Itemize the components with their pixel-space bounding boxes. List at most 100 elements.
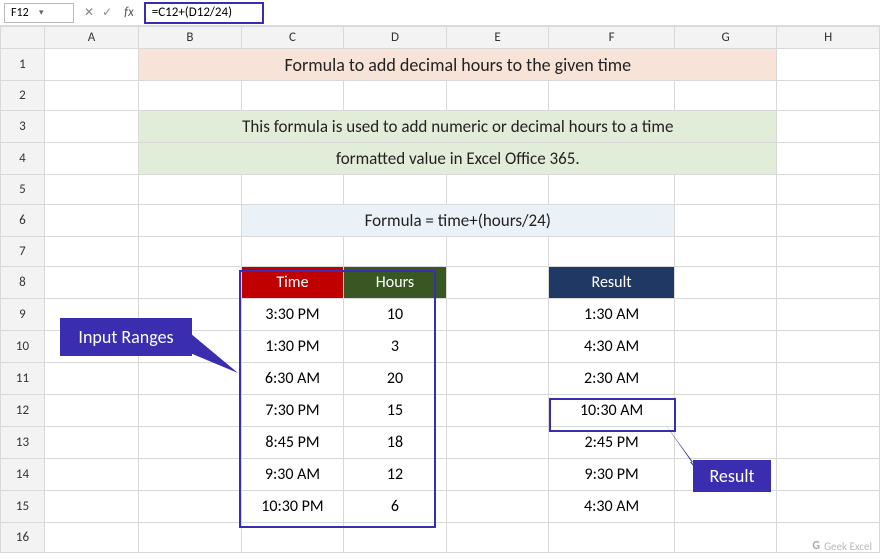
time-cell[interactable]: 3:30 PM: [241, 299, 344, 331]
description-cell[interactable]: This formula is used to add numeric or d…: [139, 111, 777, 143]
row-header[interactable]: 14: [1, 459, 45, 491]
cell[interactable]: [777, 363, 880, 395]
header-hours[interactable]: Hours: [344, 267, 447, 299]
cell[interactable]: [44, 459, 138, 491]
time-cell[interactable]: 1:30 PM: [241, 331, 344, 363]
cell[interactable]: [139, 299, 242, 331]
name-box-dropdown-icon[interactable]: ▾: [39, 7, 67, 18]
cell[interactable]: [241, 81, 344, 111]
cell[interactable]: [44, 523, 138, 553]
cell[interactable]: [549, 523, 675, 553]
cell[interactable]: [777, 237, 880, 267]
row-header[interactable]: 16: [1, 523, 45, 553]
cell[interactable]: [777, 175, 880, 205]
col-header[interactable]: D: [344, 27, 447, 49]
cell[interactable]: [44, 49, 138, 81]
hours-cell[interactable]: 12: [344, 459, 447, 491]
cell[interactable]: [44, 491, 138, 523]
cell[interactable]: [777, 143, 880, 175]
cell[interactable]: [446, 237, 549, 267]
result-cell[interactable]: 4:30 AM: [549, 331, 675, 363]
cell[interactable]: [139, 427, 242, 459]
fx-icon[interactable]: fx: [124, 5, 134, 20]
cell[interactable]: [344, 175, 447, 205]
cell[interactable]: [139, 523, 242, 553]
cell[interactable]: [777, 267, 880, 299]
time-cell[interactable]: 8:45 PM: [241, 427, 344, 459]
cell[interactable]: [777, 299, 880, 331]
cell[interactable]: [44, 175, 138, 205]
cell[interactable]: [344, 81, 447, 111]
hours-cell[interactable]: 3: [344, 331, 447, 363]
cell[interactable]: [674, 205, 777, 237]
col-header[interactable]: E: [446, 27, 549, 49]
cell[interactable]: [549, 237, 675, 267]
cell[interactable]: [777, 395, 880, 427]
time-cell[interactable]: 9:30 AM: [241, 459, 344, 491]
cell[interactable]: [777, 49, 880, 81]
cell[interactable]: [44, 363, 138, 395]
cell[interactable]: [446, 299, 549, 331]
cell[interactable]: [446, 331, 549, 363]
cell[interactable]: [44, 143, 138, 175]
cell[interactable]: [241, 237, 344, 267]
row-header[interactable]: 10: [1, 331, 45, 363]
cell[interactable]: [139, 237, 242, 267]
cell[interactable]: [674, 237, 777, 267]
time-cell[interactable]: 6:30 AM: [241, 363, 344, 395]
cell[interactable]: [674, 363, 777, 395]
hours-cell[interactable]: 15: [344, 395, 447, 427]
row-header[interactable]: 3: [1, 111, 45, 143]
col-header[interactable]: C: [241, 27, 344, 49]
enter-icon[interactable]: ✓: [102, 5, 112, 20]
header-result[interactable]: Result: [549, 267, 675, 299]
hours-cell[interactable]: 20: [344, 363, 447, 395]
row-header[interactable]: 4: [1, 143, 45, 175]
header-time[interactable]: Time: [241, 267, 344, 299]
cell[interactable]: [674, 491, 777, 523]
cell[interactable]: [446, 523, 549, 553]
result-cell[interactable]: 4:30 AM: [549, 491, 675, 523]
cell[interactable]: [446, 395, 549, 427]
time-cell[interactable]: 10:30 PM: [241, 491, 344, 523]
cancel-icon[interactable]: ✕: [84, 5, 94, 20]
cell[interactable]: [674, 459, 777, 491]
cell[interactable]: [241, 523, 344, 553]
hours-cell[interactable]: 10: [344, 299, 447, 331]
row-header[interactable]: 11: [1, 363, 45, 395]
cell[interactable]: [44, 331, 138, 363]
cell[interactable]: [446, 267, 549, 299]
cell[interactable]: [139, 395, 242, 427]
cell[interactable]: [241, 175, 344, 205]
cell[interactable]: [446, 175, 549, 205]
cell[interactable]: [139, 81, 242, 111]
cell[interactable]: [446, 459, 549, 491]
cell[interactable]: [44, 299, 138, 331]
cell[interactable]: [674, 175, 777, 205]
cell[interactable]: [44, 427, 138, 459]
row-header[interactable]: 8: [1, 267, 45, 299]
title-cell[interactable]: Formula to add decimal hours to the give…: [139, 49, 777, 81]
cell[interactable]: [777, 205, 880, 237]
cell[interactable]: [446, 363, 549, 395]
cell[interactable]: [777, 81, 880, 111]
result-cell[interactable]: 9:30 PM: [549, 459, 675, 491]
result-cell[interactable]: 10:30 AM: [549, 395, 675, 427]
row-header[interactable]: 15: [1, 491, 45, 523]
cell[interactable]: [549, 175, 675, 205]
result-cell[interactable]: 2:45 PM: [549, 427, 675, 459]
row-header[interactable]: 13: [1, 427, 45, 459]
cell[interactable]: [44, 205, 138, 237]
cell[interactable]: [777, 427, 880, 459]
cell[interactable]: [139, 331, 242, 363]
cell[interactable]: [549, 81, 675, 111]
name-box[interactable]: F12 ▾: [4, 3, 74, 23]
col-header[interactable]: B: [139, 27, 242, 49]
cell[interactable]: [777, 491, 880, 523]
formula-bar-input[interactable]: =C12+(D12/24): [144, 2, 264, 24]
col-header[interactable]: F: [549, 27, 675, 49]
result-cell[interactable]: 1:30 AM: [549, 299, 675, 331]
cell[interactable]: [446, 491, 549, 523]
cell[interactable]: [139, 363, 242, 395]
cell[interactable]: [674, 395, 777, 427]
